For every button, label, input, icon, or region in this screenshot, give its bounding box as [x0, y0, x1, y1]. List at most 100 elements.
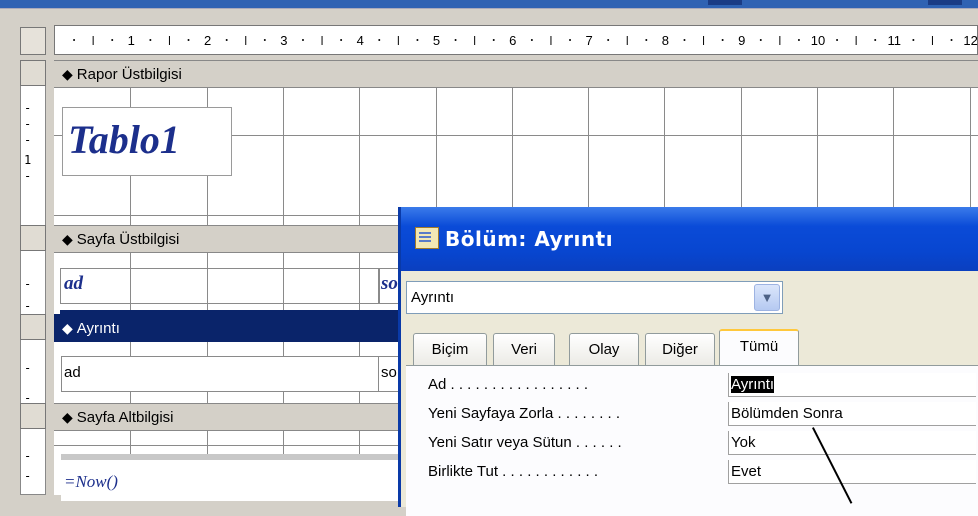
vertical-ruler-mark: - — [24, 101, 32, 115]
section-label: Sayfa Altbilgisi — [76, 409, 174, 426]
ruler-dot — [301, 39, 304, 41]
property-row[interactable]: Yeni Satır veya Sütun . . . . . . Yok — [406, 431, 978, 455]
now-expression: =Now() — [64, 472, 118, 491]
property-name: Yeni Sayfaya Zorla . . . . . . . . — [428, 405, 621, 422]
ruler-dot — [111, 39, 114, 41]
property-name: Yeni Satır veya Sütun . . . . . . — [428, 434, 622, 451]
dialog-title: Bölüm: Ayrıntı — [445, 227, 614, 251]
ruler-dot — [454, 39, 457, 41]
ruler-dot — [149, 39, 152, 41]
ruler-dot — [874, 39, 877, 41]
report-selector[interactable] — [20, 27, 46, 55]
ruler-dot — [263, 39, 266, 41]
tab-olay[interactable]: Olay — [569, 333, 639, 365]
detail-ad-textbox[interactable] — [61, 356, 379, 392]
property-value[interactable]: Bölümden Sonra — [728, 402, 976, 426]
ruler-dot — [492, 39, 495, 41]
ruler-number: 4 — [357, 33, 364, 48]
property-row[interactable]: Ad . . . . . . . . . . . . . . . . . Ayr… — [406, 373, 978, 397]
tab-label: Veri — [511, 341, 537, 358]
property-value[interactable]: Evet — [728, 460, 976, 484]
ruler-dot — [950, 39, 953, 41]
ruler-dot — [836, 39, 839, 41]
tab-label: Tümü — [739, 338, 779, 355]
horizontal-ruler[interactable]: 1 2 3 4 5 6 7 8 9 10 11 12 — [54, 25, 978, 55]
tab-diger[interactable]: Diğer — [645, 333, 715, 365]
ruler-dot — [797, 39, 800, 41]
header-so-label[interactable]: so — [381, 273, 398, 295]
ruler-number: 3 — [280, 33, 287, 48]
section-arrow-icon: ◆ — [62, 231, 73, 247]
tab-label: Biçim — [431, 341, 469, 358]
section-selector-page-footer[interactable] — [20, 403, 46, 429]
property-value[interactable]: Ayrıntı — [728, 373, 976, 397]
top-strip-notch — [928, 0, 962, 5]
tab-label: Olay — [588, 341, 620, 358]
vertical-ruler-mark: - — [24, 449, 32, 463]
ruler-number: 5 — [433, 33, 440, 48]
chevron-down-icon[interactable]: ▼ — [754, 284, 780, 311]
tab-bicim[interactable]: Biçim — [413, 333, 487, 365]
vertical-ruler-mark: - — [24, 133, 32, 147]
ruler-number: 9 — [738, 33, 745, 48]
section-arrow-icon: ◆ — [62, 66, 73, 82]
vertical-ruler-mark: - — [24, 299, 32, 313]
tab-veri[interactable]: Veri — [493, 333, 555, 365]
detail-ad-text: ad — [64, 364, 81, 381]
ruler-dot — [912, 39, 915, 41]
object-select-combo[interactable]: Ayrıntı ▼ — [406, 281, 783, 314]
vertical-ruler-mark: - — [24, 169, 32, 183]
ruler-dot — [683, 39, 686, 41]
ruler-dot — [416, 39, 419, 41]
ruler-number: 8 — [662, 33, 669, 48]
ruler-dot — [187, 39, 190, 41]
section-label: Rapor Üstbilgisi — [76, 66, 182, 83]
combo-value: Ayrıntı — [411, 289, 455, 306]
vertical-ruler-mark: 1 — [24, 153, 32, 167]
detail-so-text: so — [381, 364, 397, 381]
header-ad-label-box[interactable] — [60, 268, 380, 304]
section-arrow-icon: ◆ — [62, 320, 73, 336]
ruler-number: 10 — [811, 33, 825, 48]
ruler-number: 7 — [585, 33, 592, 48]
vertical-ruler[interactable]: ---1--------- — [20, 60, 46, 495]
ruler-dot — [607, 39, 610, 41]
report-title-label[interactable]: Tablo1 — [68, 116, 180, 163]
ruler-dot — [225, 39, 228, 41]
window-top-strip — [0, 0, 978, 9]
section-label: Sayfa Üstbilgisi — [76, 231, 180, 248]
property-row[interactable]: Yeni Sayfaya Zorla . . . . . . . . Bölüm… — [406, 402, 978, 426]
properties-dialog[interactable]: Bölüm: Ayrıntı Ayrıntı ▼ Biçim Veri Olay… — [398, 207, 978, 516]
section-selector-page-header[interactable] — [20, 225, 46, 251]
section-selector-detail[interactable] — [20, 314, 46, 340]
header-underline[interactable] — [60, 310, 400, 314]
properties-icon — [415, 227, 439, 249]
section-bar-report-header[interactable]: ◆ Rapor Üstbilgisi — [54, 60, 978, 88]
vertical-ruler-mark: - — [24, 361, 32, 375]
ruler-number: 12 — [963, 33, 977, 48]
property-value[interactable]: Yok — [728, 431, 976, 455]
section-selector-report-header[interactable] — [20, 60, 46, 86]
section-arrow-icon: ◆ — [62, 409, 73, 425]
ruler-dot — [530, 39, 533, 41]
ruler-number: 11 — [888, 33, 902, 48]
ruler-number: 6 — [509, 33, 516, 48]
property-value-text: Ayrıntı — [731, 376, 775, 393]
property-row[interactable]: Birlikte Tut . . . . . . . . . . . . Eve… — [406, 460, 978, 484]
tab-tumu[interactable]: Tümü — [719, 329, 799, 367]
header-ad-label[interactable]: ad — [64, 273, 83, 295]
ruler-dot — [340, 39, 343, 41]
ruler-dot — [759, 39, 762, 41]
dialog-title-bar[interactable]: Bölüm: Ayrıntı — [401, 207, 978, 271]
ruler-number: 1 — [128, 33, 135, 48]
ruler-ticks: 1 2 3 4 5 6 7 8 9 10 11 12 — [73, 33, 978, 48]
section-label: Ayrıntı — [76, 320, 120, 337]
property-name: Ad . . . . . . . . . . . . . . . . . — [428, 376, 589, 393]
vertical-ruler-mark: - — [24, 117, 32, 131]
ruler-dot — [378, 39, 381, 41]
property-name: Birlikte Tut . . . . . . . . . . . . — [428, 463, 599, 480]
top-strip-notch — [708, 0, 742, 5]
ruler-dot — [645, 39, 648, 41]
ruler-dot — [721, 39, 724, 41]
ruler-dot — [569, 39, 572, 41]
